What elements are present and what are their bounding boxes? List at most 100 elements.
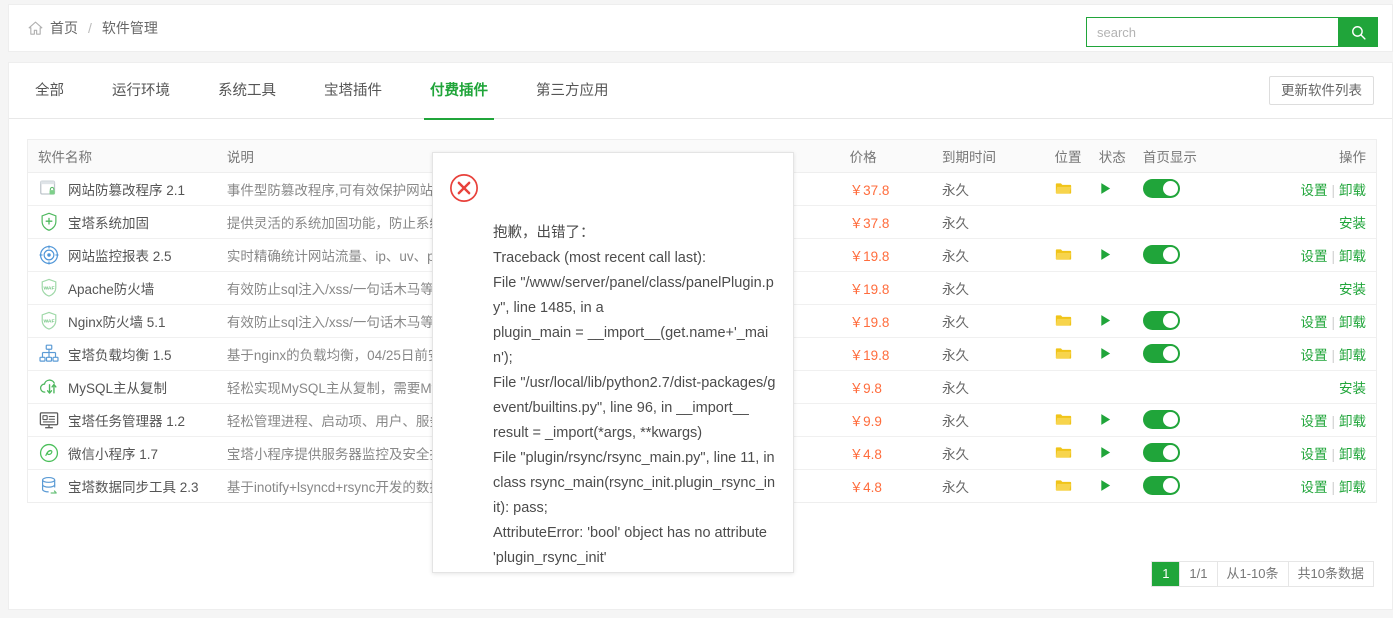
folder-icon [1055, 348, 1071, 359]
home-display-toggle[interactable] [1142, 410, 1180, 429]
folder-icon [1055, 447, 1071, 458]
open-folder-button[interactable] [1055, 412, 1083, 427]
run-status-button[interactable] [1099, 413, 1127, 426]
home-display-toggle[interactable] [1142, 476, 1180, 495]
row-uninstall-link[interactable]: 卸载 [1339, 249, 1366, 264]
software-name: 网站防篡改程序 2.1 [68, 182, 186, 198]
home-display-toggle[interactable] [1142, 311, 1180, 330]
play-icon [1101, 249, 1110, 260]
cell-name: MySQL主从复制 [28, 370, 219, 404]
software-name: Apache防火墙 [68, 281, 155, 297]
home-icon [28, 21, 43, 35]
run-status-button[interactable] [1099, 479, 1127, 492]
cell-status [1090, 238, 1135, 272]
row-settings-link[interactable]: 设置 [1300, 480, 1327, 495]
row-uninstall-link[interactable]: 卸载 [1339, 480, 1366, 495]
cell-operation: 设置 | 卸载 [1245, 337, 1376, 371]
cell-price: ￥9.8 [841, 370, 935, 404]
pagination-page-1[interactable]: 1 [1152, 562, 1181, 586]
open-folder-button[interactable] [1055, 181, 1083, 196]
pagination-range: 从1-10条 [1218, 562, 1289, 586]
cell-expire: 永久 [934, 469, 1047, 503]
tab-all[interactable]: 全部 [35, 63, 64, 119]
breadcrumb-separator: / [88, 20, 92, 36]
breadcrumb-home[interactable]: 首页 [50, 18, 78, 38]
error-dialog-title: 抱歉，出错了： [493, 225, 595, 241]
home-display-toggle[interactable] [1142, 443, 1180, 462]
software-name: 网站监控报表 2.5 [68, 248, 172, 264]
row-settings-link[interactable]: 设置 [1300, 414, 1327, 429]
col-header-name: 软件名称 [28, 140, 219, 173]
tab-runtime[interactable]: 运行环境 [112, 63, 170, 119]
cell-name: WAF Apache防火墙 [28, 271, 219, 305]
pagination: 1 1/1 从1-10条 共10条数据 [1151, 561, 1374, 587]
cell-operation: 设置 | 卸载 [1245, 172, 1376, 206]
play-icon [1101, 315, 1110, 326]
pagination-page-of: 1/1 [1180, 562, 1218, 586]
run-status-button[interactable] [1099, 446, 1127, 459]
run-status-button[interactable] [1099, 347, 1127, 360]
home-display-toggle[interactable] [1142, 245, 1180, 264]
cell-home-display [1134, 436, 1246, 470]
task-manager-icon [38, 409, 60, 431]
cell-operation: 设置 | 卸载 [1245, 403, 1376, 437]
error-dialog-message: Traceback (most recent call last): File … [493, 250, 776, 566]
row-uninstall-link[interactable]: 卸载 [1339, 315, 1366, 330]
op-separator: | [1331, 314, 1335, 330]
row-settings-link[interactable]: 设置 [1300, 183, 1327, 198]
run-status-button[interactable] [1099, 248, 1127, 261]
home-display-toggle[interactable] [1142, 179, 1180, 198]
row-settings-link[interactable]: 设置 [1300, 249, 1327, 264]
open-folder-button[interactable] [1055, 313, 1083, 328]
error-circle-x-icon [450, 174, 478, 202]
cell-home-display [1134, 238, 1246, 272]
cell-price: ￥19.8 [841, 238, 935, 272]
cell-position [1046, 337, 1091, 371]
row-install-link[interactable]: 安装 [1339, 381, 1366, 396]
run-status-button[interactable] [1099, 314, 1127, 327]
open-folder-button[interactable] [1055, 478, 1083, 493]
cell-position [1046, 205, 1091, 239]
open-folder-button[interactable] [1055, 247, 1083, 262]
cell-position [1046, 271, 1091, 305]
tab-system-tools[interactable]: 系统工具 [218, 63, 276, 119]
row-settings-link[interactable]: 设置 [1300, 315, 1327, 330]
database-sync-icon [38, 475, 60, 497]
open-folder-button[interactable] [1055, 346, 1083, 361]
row-settings-link[interactable]: 设置 [1300, 348, 1327, 363]
row-install-link[interactable]: 安装 [1339, 282, 1366, 297]
cell-home-display [1134, 403, 1246, 437]
row-install-link[interactable]: 安装 [1339, 216, 1366, 231]
row-uninstall-link[interactable]: 卸载 [1339, 183, 1366, 198]
cell-status [1090, 271, 1135, 305]
op-separator: | [1331, 347, 1335, 363]
mysql-sync-icon [38, 376, 60, 398]
op-separator: | [1331, 248, 1335, 264]
cell-status [1090, 436, 1135, 470]
row-settings-link[interactable]: 设置 [1300, 447, 1327, 462]
cell-operation: 安装 [1245, 205, 1376, 239]
cell-home-display [1134, 271, 1246, 305]
cell-expire: 永久 [934, 370, 1047, 404]
row-uninstall-link[interactable]: 卸载 [1339, 447, 1366, 462]
cell-status [1090, 172, 1135, 206]
tab-bt-plugins[interactable]: 宝塔插件 [324, 63, 382, 119]
col-header-price: 价格 [841, 140, 935, 173]
search-button[interactable] [1338, 17, 1378, 47]
cell-home-display [1134, 205, 1246, 239]
home-display-toggle[interactable] [1142, 344, 1180, 363]
software-name: MySQL主从复制 [68, 380, 168, 396]
row-uninstall-link[interactable]: 卸载 [1339, 414, 1366, 429]
cell-operation: 设置 | 卸载 [1245, 304, 1376, 338]
breadcrumb-current: 软件管理 [101, 20, 158, 36]
row-uninstall-link[interactable]: 卸载 [1339, 348, 1366, 363]
update-software-list-button[interactable]: 更新软件列表 [1269, 76, 1374, 105]
cell-name: 宝塔数据同步工具 2.3 [28, 469, 219, 503]
cell-expire: 永久 [934, 337, 1047, 371]
search-input[interactable] [1086, 17, 1338, 47]
tab-third-party[interactable]: 第三方应用 [536, 63, 609, 119]
open-folder-button[interactable] [1055, 445, 1083, 460]
run-status-button[interactable] [1099, 182, 1127, 195]
cell-price: ￥4.8 [841, 436, 935, 470]
tab-paid-plugins[interactable]: 付费插件 [424, 63, 494, 120]
